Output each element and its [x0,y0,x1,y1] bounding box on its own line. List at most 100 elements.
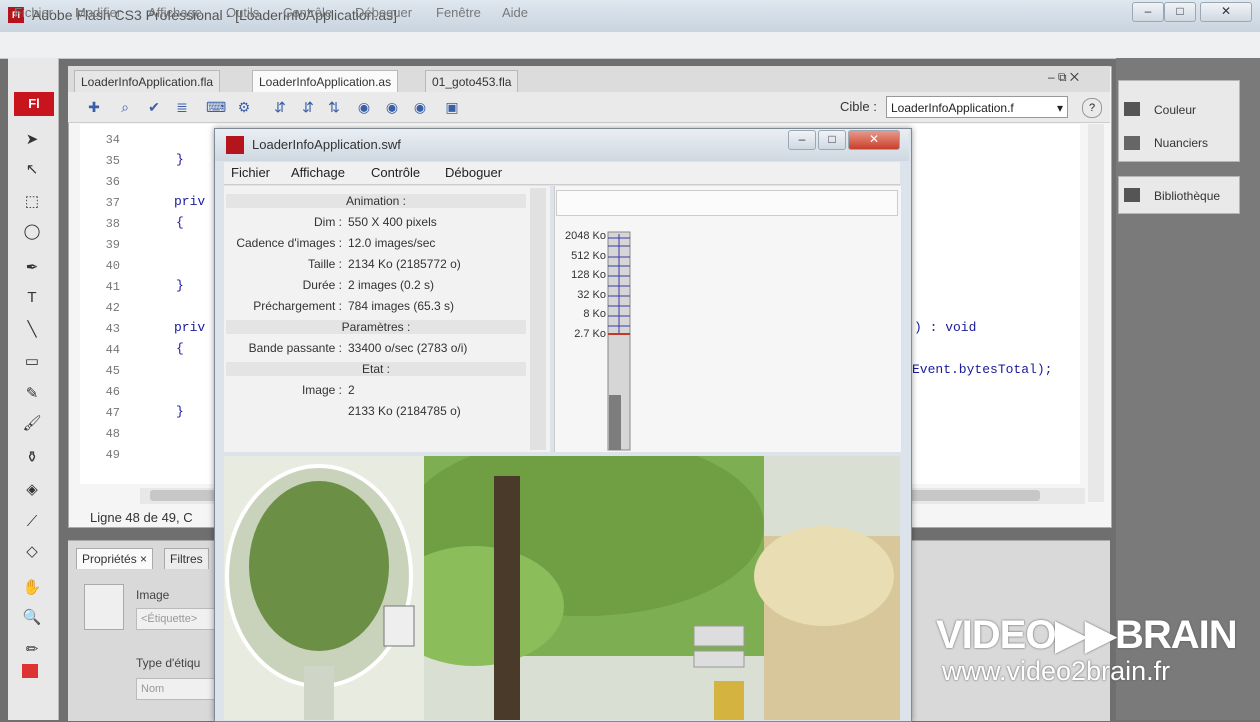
swf-menu-controle[interactable]: Contrôle [371,165,420,180]
tab-as[interactable]: LoaderInfoApplication.as [252,70,399,93]
row-label: Dim : [314,215,342,229]
code-line-47: } [176,404,184,419]
panel-couleur[interactable]: Couleur [1154,103,1196,117]
vertical-scrollbar[interactable] [1088,124,1104,502]
graph-axis-label: 128 Ko [571,269,606,281]
code-line-37: priv [174,194,206,209]
tab-proprietes[interactable]: Propriétés × [76,548,154,569]
apply-line-comment-icon[interactable]: ◉ [384,99,400,115]
paint-bucket-icon[interactable]: ◈ [22,480,42,500]
find-icon[interactable]: ⌕ [117,99,133,115]
text-icon[interactable]: T [22,288,42,308]
flash-player-icon [226,136,244,154]
check-syntax-icon[interactable]: ✔ [146,99,162,115]
pencil-icon[interactable]: ✎ [22,384,42,404]
document-tabs [68,66,1110,92]
collapse-selection-icon[interactable]: ⇵ [300,99,316,115]
row-value: 2 [348,383,355,397]
add-item-icon[interactable]: ✚ [86,99,102,115]
fill-color-icon[interactable] [22,664,38,678]
line-icon[interactable]: ╲ [22,320,42,340]
tab-goto[interactable]: 01_goto453.fla [425,70,519,93]
row-label: Durée : [302,278,342,292]
section-parametres: Paramètres : [226,320,526,334]
line-number: 39 [105,238,120,252]
row-label: Préchargement : [253,299,342,313]
minimize-icon[interactable]: – [1132,2,1164,22]
swf-menu-affichage[interactable]: Affichage [291,165,345,180]
eyedropper-icon[interactable]: ⟋ [22,512,42,532]
image-label: Image [136,588,170,602]
menu-deboguer[interactable]: Déboguer [355,5,412,20]
hand-icon[interactable]: ✋ [22,578,42,598]
show-toolbox-icon[interactable]: ▣ [444,99,460,115]
menu-controle[interactable]: Contrôle [283,5,332,20]
line-number: 47 [105,406,120,420]
pen-icon[interactable]: ✒ [22,258,42,278]
cible-label: Cible : [840,99,877,114]
collapse-icon[interactable]: ⇵ [272,99,288,115]
lasso-icon[interactable]: ◯ [22,222,42,242]
stroke-color-icon[interactable]: ✏ [22,640,42,660]
code-line-43-right: ) : void [914,320,977,335]
menu-outils[interactable]: Outils [226,5,259,20]
swf-close-icon[interactable]: ✕ [848,130,900,150]
subselect-icon[interactable]: ↖ [22,160,42,180]
section-etat: Etat : [226,362,526,376]
code-line-41: } [176,278,184,293]
graph-axis-label: 512 Ko [571,250,606,262]
row-value: 33400 o/sec (2783 o/i) [348,341,468,355]
line-number: 44 [105,343,120,357]
line-number: 48 [105,427,120,441]
line-number: 36 [105,175,120,189]
swf-window-title: LoaderInfoApplication.swf [252,137,401,152]
frame-label-input[interactable]: <Étiquette> [136,608,218,630]
code-hint-icon[interactable]: ⌨ [206,99,226,115]
swf-minimize-icon[interactable]: – [788,130,816,150]
menu-modifier[interactable]: Modifier [75,5,121,20]
cursor-position-status: Ligne 48 de 49, C [90,510,193,525]
row-label: Image : [301,383,342,397]
flash-logo: Fl [14,92,54,116]
apply-comment-icon[interactable]: ◉ [356,99,372,115]
maximize-icon[interactable]: □ [1164,2,1196,22]
menu-fichier[interactable]: Fichier [14,5,53,20]
brush-icon[interactable]: 🖌 [22,414,42,434]
zoom-icon[interactable]: 🔍 [22,608,42,628]
doc-window-controls[interactable]: – ⧉ ✕ [1048,70,1079,85]
chevron-down-icon: ▾ [1056,101,1063,115]
label-type-select[interactable]: Nom [136,678,218,700]
swf-menu-deboguer[interactable]: Déboguer [445,165,502,180]
tab-filtres[interactable]: Filtres [164,548,209,569]
code-line-38: { [176,215,184,230]
debug-options-icon[interactable]: ⚙ [236,99,252,115]
swf-maximize-icon[interactable]: □ [818,130,846,150]
ink-bottle-icon[interactable]: ⚱ [22,448,42,468]
menu-aide[interactable]: Aide [502,5,528,20]
menu-affichage[interactable]: Affichage [148,5,202,20]
close-icon[interactable]: ✕ [1200,2,1252,22]
line-number: 40 [105,259,120,273]
free-transform-icon[interactable]: ⬚ [22,192,42,212]
arrow-icon[interactable]: ➤ [22,130,42,150]
info-scrollbar[interactable] [530,188,546,450]
cible-select[interactable]: LoaderInfoApplication.f ▾ [886,96,1068,118]
line-number: 38 [105,217,120,231]
swf-menu-fichier[interactable]: Fichier [231,165,270,180]
format-icon[interactable]: ≣ [174,99,190,115]
rectangle-icon[interactable]: ▭ [22,352,42,372]
panel-nuanciers[interactable]: Nuanciers [1154,136,1208,150]
tab-fla[interactable]: LoaderInfoApplication.fla [74,70,221,93]
eraser-icon[interactable]: ◇ [22,542,42,562]
tab-proprietes-label: Propriétés [82,552,137,566]
row-label: Taille : [307,257,342,271]
code-line-43: priv [174,320,206,335]
bandwidth-bar-graph [607,231,631,451]
menu-fenetre[interactable]: Fenêtre [436,5,481,20]
expand-all-icon[interactable]: ⇅ [326,99,342,115]
help-icon[interactable]: ? [1082,98,1102,118]
remove-comment-icon[interactable]: ◉ [412,99,428,115]
graph-timeline[interactable] [556,190,898,216]
line-number: 42 [105,301,120,315]
panel-bibliotheque[interactable]: Bibliothèque [1154,189,1220,203]
